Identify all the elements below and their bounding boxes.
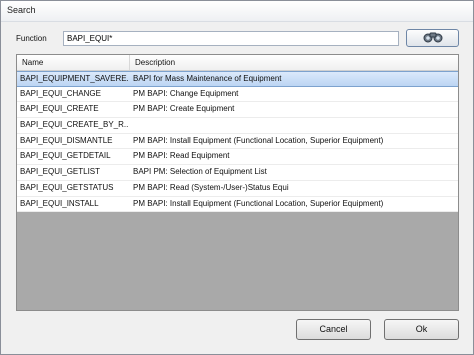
column-header-name[interactable]: Name — [17, 55, 130, 70]
row-name-cell: BAPI_EQUI_CREATE — [20, 104, 99, 114]
row-description-cell — [130, 118, 458, 133]
table-row[interactable]: BAPI_EQUIPMENT_SAVERE... BAPI for Mass Ma… — [17, 71, 458, 87]
table-row[interactable]: BAPI_EQUI_GETSTATUS PM BAPI: Read (System… — [17, 180, 458, 197]
function-label: Function — [16, 34, 47, 43]
search-button[interactable] — [406, 29, 459, 47]
row-name-cell: BAPI_EQUI_CREATE_BY_R... — [20, 120, 129, 130]
row-name-cell: BAPI_EQUI_CHANGE — [20, 88, 101, 98]
search-dialog: Search Function Name Description BAPI_EQ… — [0, 0, 474, 355]
ok-button[interactable]: Ok — [384, 319, 459, 340]
row-description-cell: PM BAPI: Install Equipment (Functional L… — [133, 135, 384, 145]
function-search-input[interactable] — [63, 31, 399, 46]
row-name-cell: BAPI_EQUI_INSTALL — [20, 198, 99, 208]
row-description-cell: BAPI for Mass Maintenance of Equipment — [133, 74, 282, 83]
binoculars-icon — [422, 31, 444, 45]
row-name-cell: BAPI_EQUI_GETLIST — [20, 167, 101, 177]
row-description-cell: PM BAPI: Read Equipment — [133, 151, 230, 161]
window-title: Search — [7, 5, 36, 15]
table-row[interactable]: BAPI_EQUI_GETDETAIL PM BAPI: Read Equipme… — [17, 149, 458, 166]
row-name-cell: BAPI_EQUIPMENT_SAVERE... — [20, 74, 129, 83]
row-description-cell: PM BAPI: Change Equipment — [133, 88, 239, 98]
cancel-button[interactable]: Cancel — [296, 319, 371, 340]
row-name-cell: BAPI_EQUI_GETDETAIL — [20, 151, 111, 161]
table-row[interactable]: BAPI_EQUI_GETLIST BAPI PM: Selection of E… — [17, 165, 458, 181]
title-bar[interactable]: Search — [1, 1, 473, 22]
table-row[interactable]: BAPI_EQUI_INSTALL PM BAPI: Install Equipm… — [17, 196, 458, 213]
table-row[interactable]: BAPI_EQUI_CHANGE PM BAPI: Change Equipmen… — [17, 86, 458, 103]
row-description-cell: BAPI PM: Selection of Equipment List — [133, 167, 267, 177]
row-description-cell: PM BAPI: Create Equipment — [133, 104, 235, 114]
row-description-cell: PM BAPI: Install Equipment (Functional L… — [133, 198, 384, 208]
table-row[interactable]: BAPI_EQUI_CREATE PM BAPI: Create Equipmen… — [17, 102, 458, 119]
table-row[interactable]: BAPI_EQUI_CREATE_BY_R... — [17, 118, 458, 134]
column-header-description[interactable]: Description — [130, 55, 458, 70]
row-name-cell: BAPI_EQUI_DISMANTLE — [20, 135, 113, 145]
results-table: Name Description BAPI_EQUIPMENT_SAVERE..… — [16, 54, 459, 311]
row-description-cell: PM BAPI: Read (System-/User-)Status Equi — [133, 182, 289, 192]
table-header: Name Description — [17, 55, 458, 71]
table-body: BAPI_EQUIPMENT_SAVERE... BAPI for Mass Ma… — [17, 71, 458, 213]
table-row[interactable]: BAPI_EQUI_DISMANTLE PM BAPI: Install Equi… — [17, 133, 458, 150]
row-name-cell: BAPI_EQUI_GETSTATUS — [20, 182, 114, 192]
